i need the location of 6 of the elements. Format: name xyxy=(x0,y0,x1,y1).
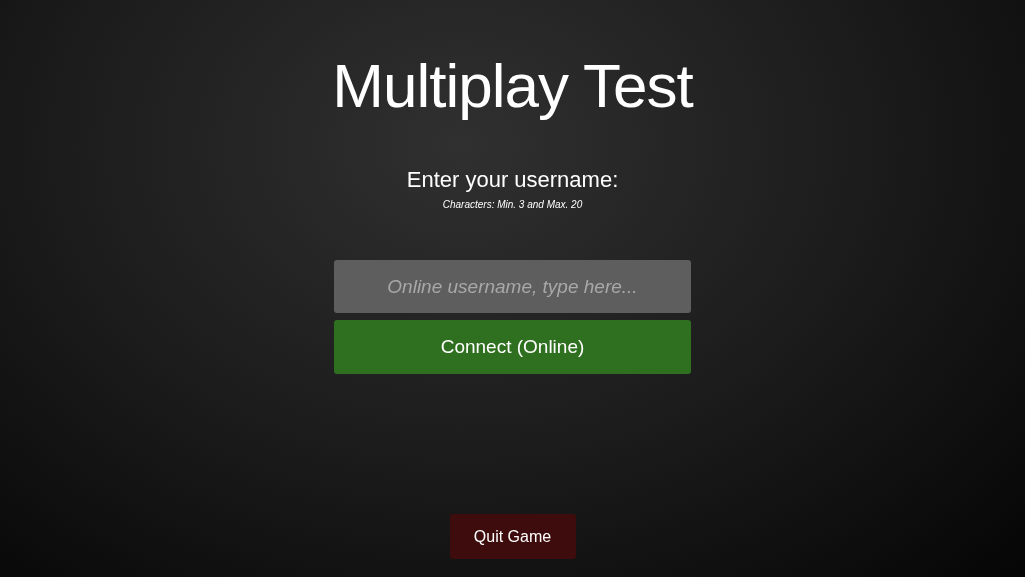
connect-button[interactable]: Connect (Online) xyxy=(334,320,691,374)
game-title: Multiplay Test xyxy=(332,50,693,122)
quit-button[interactable]: Quit Game xyxy=(449,514,576,559)
character-limit-hint: Characters: Min. 3 and Max. 20 xyxy=(442,198,583,212)
username-prompt: Enter your username: xyxy=(406,166,619,194)
username-field[interactable]: Online username, type here... xyxy=(334,260,691,313)
